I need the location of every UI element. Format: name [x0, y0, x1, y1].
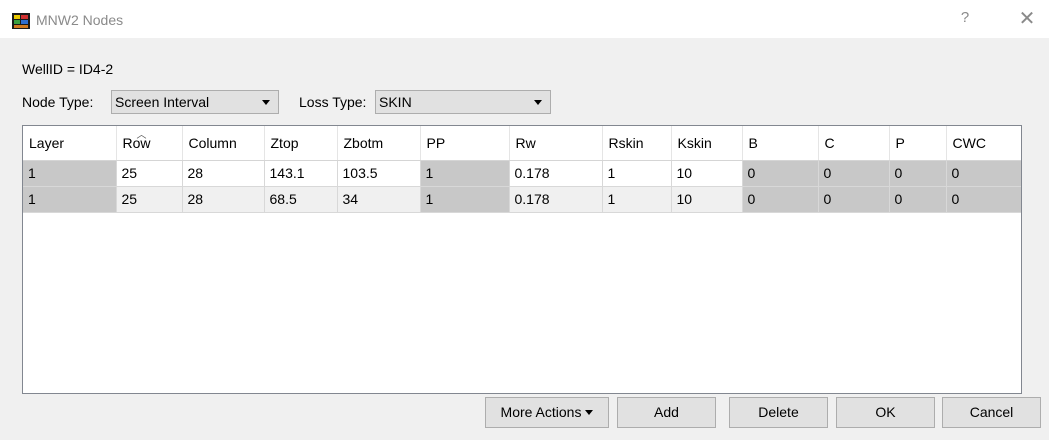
add-button[interactable]: Add [617, 397, 716, 428]
help-button[interactable]: ? [955, 9, 975, 31]
cell-cwc[interactable]: 0 [946, 160, 1021, 187]
loss-type-select[interactable]: SKIN [375, 90, 551, 114]
cell-cwc[interactable]: 0 [946, 186, 1021, 213]
cancel-button[interactable]: Cancel [942, 397, 1041, 428]
table-header-row: Layer ︿ Row Column Ztop Zbotm PP Rw Rskin… [23, 126, 1021, 161]
column-header-rskin[interactable]: Rskin [602, 126, 672, 161]
loss-type-label: Loss Type: [299, 94, 367, 110]
cell-row[interactable]: 25 [116, 186, 183, 213]
column-header-column[interactable]: Column [182, 126, 265, 161]
node-type-label: Node Type: [22, 94, 94, 110]
cell-rskin[interactable]: 1 [602, 186, 672, 213]
delete-button[interactable]: Delete [729, 397, 828, 428]
cell-layer[interactable]: 1 [23, 160, 117, 187]
sort-ascending-icon: ︿ [136, 130, 147, 141]
cell-rskin[interactable]: 1 [602, 160, 672, 187]
more-actions-button[interactable]: More Actions [485, 397, 609, 428]
cell-column[interactable]: 28 [182, 160, 265, 187]
cell-rw[interactable]: 0.178 [509, 160, 603, 187]
column-header-pp[interactable]: PP [420, 126, 510, 161]
cell-b[interactable]: 0 [742, 186, 819, 213]
cell-zbotm[interactable]: 103.5 [337, 160, 421, 187]
cell-layer[interactable]: 1 [23, 186, 117, 213]
column-header-cwc[interactable]: CWC [946, 126, 1021, 161]
cell-rw[interactable]: 0.178 [509, 186, 603, 213]
cell-p[interactable]: 0 [889, 186, 947, 213]
column-header-layer[interactable]: Layer [23, 126, 117, 161]
ok-button[interactable]: OK [836, 397, 935, 428]
chevron-down-icon [534, 100, 542, 105]
cell-ztop[interactable]: 143.1 [264, 160, 338, 187]
column-header-zbotm[interactable]: Zbotm [337, 126, 421, 161]
column-header-row[interactable]: ︿ Row [116, 126, 183, 161]
table-row[interactable]: 1 25 28 68.5 34 1 0.178 1 10 0 0 0 0 [23, 186, 1021, 213]
nodes-table[interactable]: Layer ︿ Row Column Ztop Zbotm PP Rw Rskin… [22, 125, 1022, 394]
well-id-label: WellID = ID4-2 [22, 61, 114, 77]
cell-pp[interactable]: 1 [420, 186, 510, 213]
column-header-p[interactable]: P [889, 126, 947, 161]
column-header-kskin[interactable]: Kskin [671, 126, 743, 161]
cell-zbotm[interactable]: 34 [337, 186, 421, 213]
column-header-rw[interactable]: Rw [509, 126, 603, 161]
cell-pp[interactable]: 1 [420, 160, 510, 187]
column-header-c[interactable]: C [818, 126, 890, 161]
chevron-down-icon [262, 100, 270, 105]
more-actions-label: More Actions [500, 404, 582, 420]
close-button[interactable]: ✕ [1015, 6, 1039, 32]
caret-down-icon [585, 409, 594, 415]
node-type-value: Screen Interval [115, 94, 210, 110]
title-bar: MNW2 Nodes ? ✕ [0, 0, 1049, 38]
node-type-select[interactable]: Screen Interval [111, 90, 279, 114]
cell-row[interactable]: 25 [116, 160, 183, 187]
cell-c[interactable]: 0 [818, 160, 890, 187]
column-header-b[interactable]: B [742, 126, 819, 161]
table-row[interactable]: 1 25 28 143.1 103.5 1 0.178 1 10 0 0 0 0 [23, 160, 1021, 187]
cell-p[interactable]: 0 [889, 160, 947, 187]
cell-b[interactable]: 0 [742, 160, 819, 187]
app-icon [12, 13, 30, 29]
column-header-ztop[interactable]: Ztop [264, 126, 338, 161]
cell-ztop[interactable]: 68.5 [264, 186, 338, 213]
window-title: MNW2 Nodes [36, 12, 124, 28]
loss-type-value: SKIN [379, 94, 412, 110]
cell-kskin[interactable]: 10 [671, 186, 743, 213]
cell-kskin[interactable]: 10 [671, 160, 743, 187]
cell-column[interactable]: 28 [182, 186, 265, 213]
cell-c[interactable]: 0 [818, 186, 890, 213]
